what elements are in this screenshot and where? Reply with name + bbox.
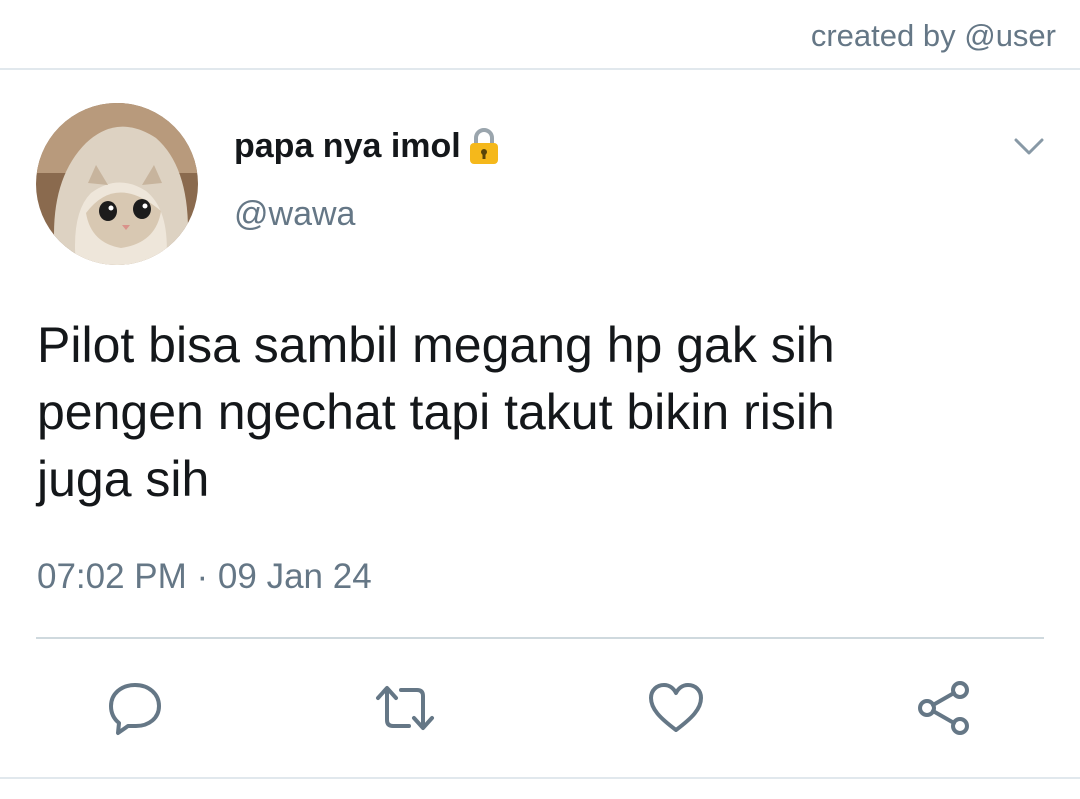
display-name-label: papa nya imol — [234, 126, 461, 165]
tweet-timestamp[interactable]: 07:02 PM · 09 Jan 24 — [37, 557, 372, 597]
share-icon — [918, 681, 969, 735]
credit-label: created by @user — [810, 18, 1056, 53]
lock-icon — [467, 126, 501, 166]
tweet-text: Pilot bisa sambil megang hp gak sih peng… — [37, 317, 835, 507]
reply-button[interactable] — [103, 676, 167, 740]
action-bar — [0, 676, 1080, 740]
bottom-divider — [0, 777, 1080, 779]
reply-icon — [109, 683, 161, 735]
like-icon — [649, 683, 703, 732]
user-handle[interactable]: @wawa — [234, 195, 355, 234]
display-name[interactable]: papa nya imol — [234, 126, 501, 166]
avatar[interactable] — [36, 103, 198, 265]
chevron-down-icon[interactable] — [1012, 134, 1046, 160]
retweet-icon — [376, 686, 434, 730]
share-button[interactable] — [912, 676, 976, 740]
top-bar: created by @user — [0, 0, 1080, 70]
retweet-button[interactable] — [373, 676, 437, 740]
divider — [36, 637, 1044, 639]
like-button[interactable] — [644, 676, 708, 740]
